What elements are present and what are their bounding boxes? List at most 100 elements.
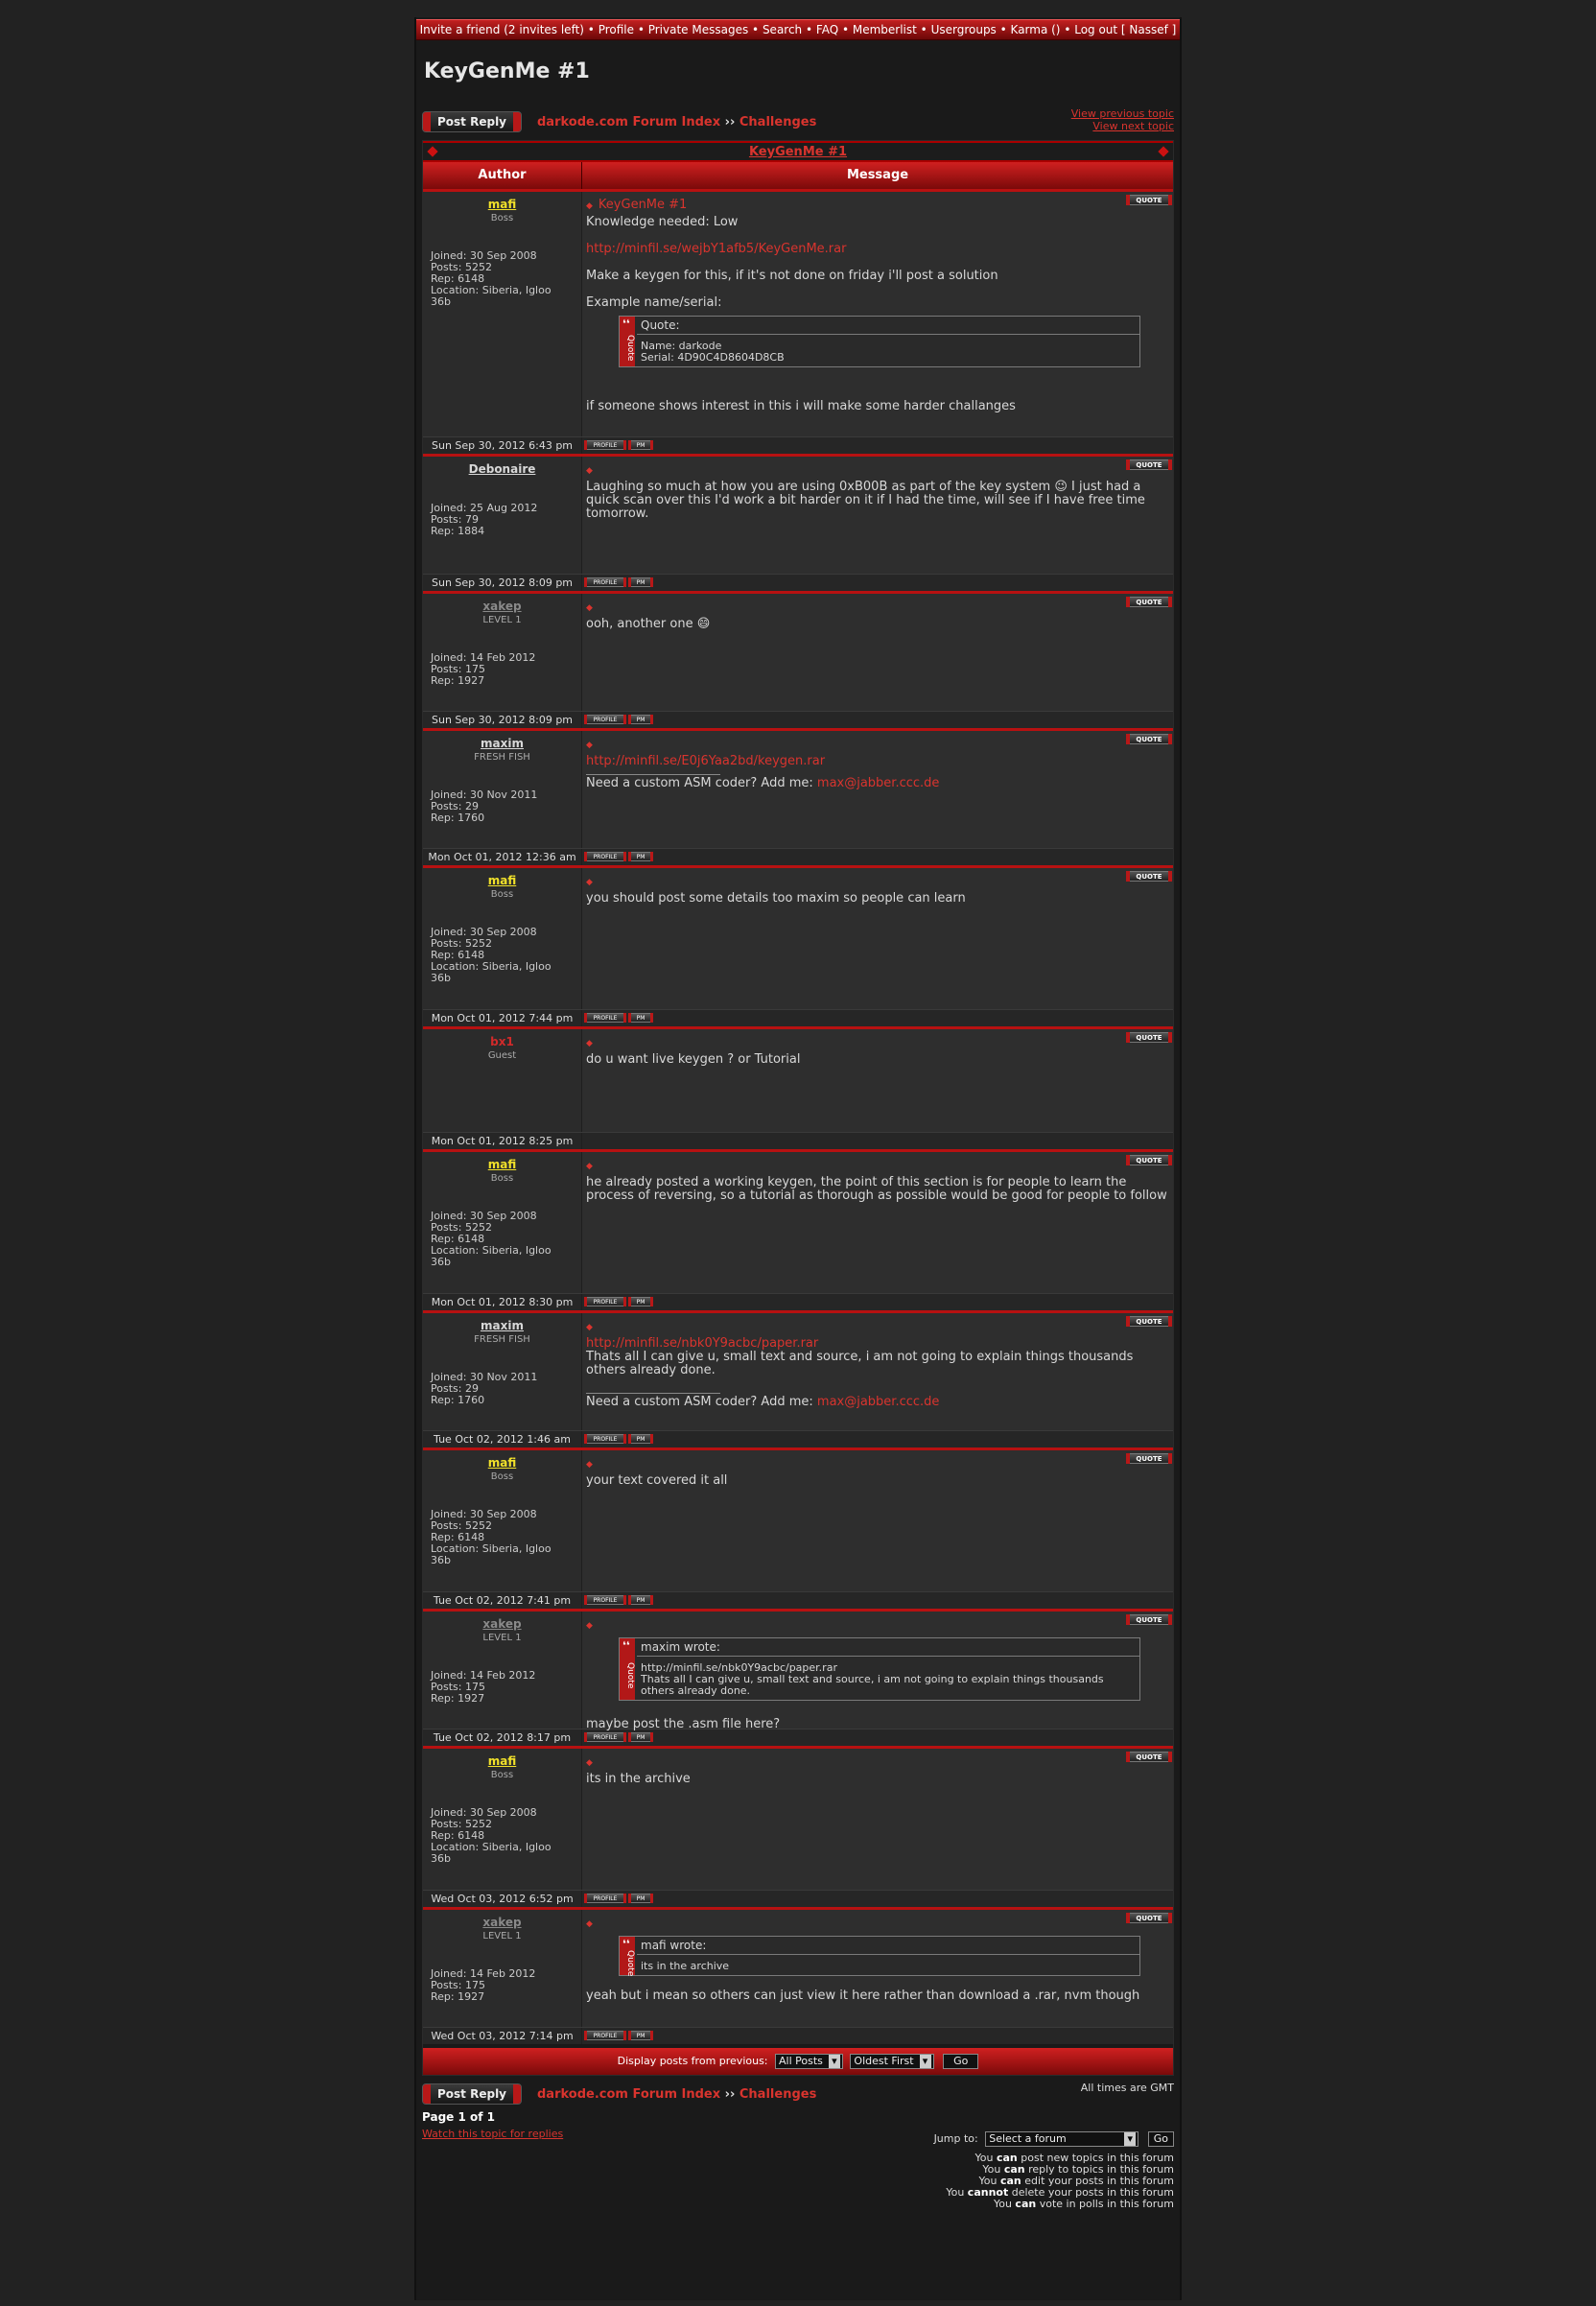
post-reply-button-bottom[interactable]: Post Reply: [422, 2083, 522, 2105]
author-name-link[interactable]: mafi: [431, 1456, 574, 1470]
pm-button[interactable]: PM: [628, 852, 653, 861]
author-name-link[interactable]: maxim: [431, 737, 574, 750]
pm-button[interactable]: PM: [628, 1013, 653, 1023]
nav-item[interactable]: Search: [763, 23, 802, 36]
quote-button[interactable]: QUOTE: [1126, 1453, 1172, 1464]
quote-button[interactable]: QUOTE: [1126, 1913, 1172, 1923]
profile-button[interactable]: PROFILE: [584, 1595, 626, 1605]
quote-button[interactable]: QUOTE: [1126, 597, 1172, 607]
profile-button[interactable]: PROFILE: [584, 1297, 626, 1306]
author-name-link[interactable]: xakep: [431, 1916, 574, 1929]
topic-title-link[interactable]: KeyGenMe #1: [749, 145, 847, 159]
profile-button[interactable]: PROFILE: [584, 1013, 626, 1023]
message-text: if someone shows interest in this i will…: [586, 399, 1016, 413]
signature-text: Need a custom ASM coder? Add me:: [586, 1395, 817, 1409]
profile-button[interactable]: PROFILE: [584, 2031, 626, 2040]
profile-button[interactable]: PROFILE: [584, 715, 626, 724]
nav-item[interactable]: Usergroups: [931, 23, 997, 36]
post-footer: Sun Sep 30, 2012 8:09 pm PROFILE PM: [423, 711, 1173, 728]
quote-body: http://minfil.se/nbk0Y9acbc/paper.rar Tha…: [637, 1657, 1139, 1700]
display-options-bar: Display posts from previous: All Posts O…: [423, 2048, 1173, 2075]
author-name-link[interactable]: mafi: [431, 874, 574, 887]
profile-button[interactable]: PROFILE: [584, 1732, 626, 1742]
message-text: you should post some details too maxim s…: [586, 891, 966, 906]
profile-button[interactable]: PROFILE: [584, 1434, 626, 1444]
post-date: Tue Oct 02, 2012 1:46 am: [423, 1431, 582, 1447]
quote-button[interactable]: QUOTE: [1126, 1614, 1172, 1625]
author-name-link[interactable]: xakep: [431, 1617, 574, 1631]
quote-button[interactable]: QUOTE: [1126, 195, 1172, 205]
profile-button[interactable]: PROFILE: [584, 440, 626, 450]
download-link[interactable]: http://minfil.se/E0j6Yaa2bd/keygen.rar: [586, 754, 825, 768]
breadcrumb-challenges[interactable]: Challenges: [739, 2087, 816, 2102]
post-date: Sun Sep 30, 2012 8:09 pm: [423, 712, 582, 728]
jump-go-button[interactable]: Go: [1147, 2131, 1174, 2147]
signature-email-link[interactable]: max@jabber.ccc.de: [817, 1395, 940, 1409]
post-icon: ◆: [586, 603, 593, 613]
author-rank: Boss: [490, 1173, 514, 1184]
pm-button[interactable]: PM: [628, 1595, 653, 1605]
post-date: Tue Oct 02, 2012 7:41 pm: [423, 1592, 582, 1609]
pm-button[interactable]: PM: [628, 1434, 653, 1444]
nav-item[interactable]: Log out [ Nassef ]: [1074, 23, 1176, 36]
post-reply-button[interactable]: Post Reply: [422, 111, 522, 132]
nav-item[interactable]: Memberlist: [853, 23, 917, 36]
quote-button[interactable]: QUOTE: [1126, 871, 1172, 882]
days-select[interactable]: All Posts: [775, 2054, 843, 2069]
breadcrumb-forum-index[interactable]: darkode.com Forum Index: [537, 115, 720, 129]
post-message: ◆ QUOTE Quote ❛❛ maxim wrote: http://minfil.s…: [582, 1612, 1173, 1731]
post-author-panel: bx1 Guest: [423, 1029, 582, 1132]
pm-button[interactable]: PM: [628, 577, 653, 587]
nav-item[interactable]: Profile: [598, 23, 634, 36]
view-next-topic-link[interactable]: View next topic: [1092, 120, 1174, 132]
jump-forum-select[interactable]: Select a forum: [985, 2131, 1139, 2147]
post-icon: ◆: [586, 1758, 593, 1768]
pm-button[interactable]: PM: [628, 1732, 653, 1742]
author-rank: Boss: [490, 1471, 514, 1482]
quote-button[interactable]: QUOTE: [1126, 459, 1172, 470]
author-name-link[interactable]: mafi: [431, 1754, 574, 1768]
author-name-link[interactable]: mafi: [431, 1158, 574, 1171]
author-stat: Rep: 1760: [431, 1394, 485, 1406]
breadcrumb-challenges[interactable]: Challenges: [739, 115, 816, 129]
bottom-action-bar: Post Reply darkode.com Forum Index ›› Ch…: [422, 2080, 1174, 2106]
profile-button[interactable]: PROFILE: [584, 852, 626, 861]
download-link[interactable]: http://minfil.se/nbk0Y9acbc/paper.rar: [586, 1336, 818, 1351]
quote-button[interactable]: QUOTE: [1126, 734, 1172, 744]
author-name-link[interactable]: xakep: [431, 600, 574, 613]
display-go-button[interactable]: Go: [943, 2054, 979, 2069]
pm-button[interactable]: PM: [628, 440, 653, 450]
author-name-link[interactable]: maxim: [431, 1319, 574, 1332]
nav-item[interactable]: Karma (): [1011, 23, 1061, 36]
permission-prefix: You: [946, 2186, 968, 2199]
pm-button[interactable]: PM: [628, 2031, 653, 2040]
view-previous-topic-link[interactable]: View previous topic: [1071, 107, 1174, 120]
profile-button[interactable]: PROFILE: [584, 577, 626, 587]
quote-line: its in the archive: [641, 1960, 730, 1972]
pm-button[interactable]: PM: [628, 715, 653, 724]
quote-button[interactable]: QUOTE: [1126, 1155, 1172, 1165]
post-message: ◆ QUOTE your text covered it all: [582, 1450, 1173, 1591]
pm-button[interactable]: PM: [628, 1894, 653, 1903]
quote-button[interactable]: QUOTE: [1126, 1032, 1172, 1043]
author-name-link[interactable]: bx1: [431, 1035, 574, 1048]
nav-item[interactable]: FAQ: [816, 23, 838, 36]
topic-table: KeyGenMe #1 Author Message mafi Boss Joine…: [422, 140, 1174, 2076]
author-name-link[interactable]: Debonaire: [431, 462, 574, 476]
nav-item[interactable]: Private Messages: [648, 23, 749, 36]
order-select[interactable]: Oldest First: [850, 2054, 934, 2069]
post: maxim FRESH FISH Joined: 30 Nov 2011 Posts:…: [423, 1310, 1173, 1430]
post-footer: Sun Sep 30, 2012 6:43 pm PROFILE PM: [423, 436, 1173, 454]
signature-divider: [586, 774, 720, 775]
watch-topic-link[interactable]: Watch this topic for replies: [422, 2128, 563, 2140]
message-text: yeah but i mean so others can just view …: [586, 1988, 1140, 2003]
author-name-link[interactable]: mafi: [431, 198, 574, 211]
download-link[interactable]: http://minfil.se/wejbY1afb5/KeyGenMe.rar: [586, 242, 846, 256]
profile-button[interactable]: PROFILE: [584, 1894, 626, 1903]
quote-button[interactable]: QUOTE: [1126, 1316, 1172, 1327]
pm-button[interactable]: PM: [628, 1297, 653, 1306]
breadcrumb-forum-index[interactable]: darkode.com Forum Index: [537, 2087, 720, 2102]
quote-button[interactable]: QUOTE: [1126, 1752, 1172, 1762]
nav-item[interactable]: Invite a friend (2 invites left): [420, 23, 584, 36]
signature-email-link[interactable]: max@jabber.ccc.de: [817, 776, 940, 790]
